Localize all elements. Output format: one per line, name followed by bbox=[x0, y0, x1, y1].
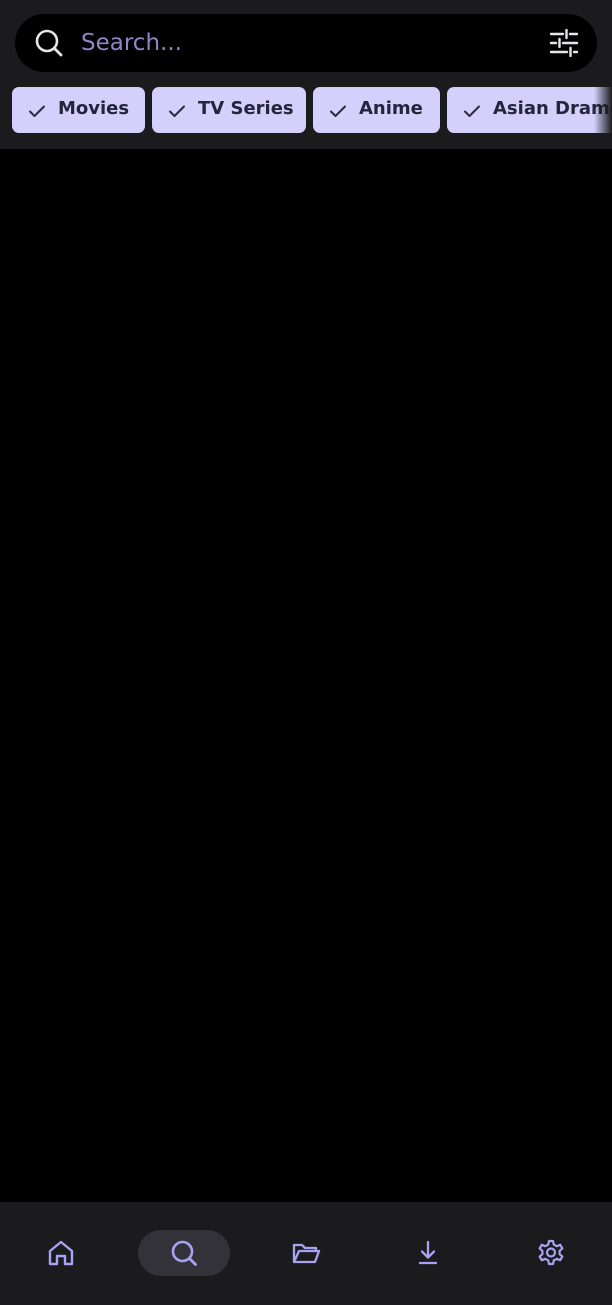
check-icon bbox=[169, 105, 185, 117]
nav-search[interactable] bbox=[138, 1230, 230, 1276]
filter-button[interactable] bbox=[544, 24, 584, 62]
chip-movies[interactable]: Movies bbox=[12, 87, 145, 133]
search-header: Movies TV Series Anime Asian Drama bbox=[0, 0, 612, 149]
folder-open-icon bbox=[292, 1243, 321, 1264]
sliders-icon bbox=[549, 29, 579, 57]
chip-anime[interactable]: Anime bbox=[313, 87, 440, 133]
chip-label: TV Series bbox=[198, 98, 294, 119]
category-chips: Movies TV Series Anime Asian Drama bbox=[0, 87, 612, 134]
search-bar[interactable] bbox=[15, 14, 597, 72]
nav-settings[interactable] bbox=[505, 1230, 597, 1276]
search-results-area bbox=[0, 149, 612, 1202]
search-input[interactable] bbox=[81, 22, 521, 64]
nav-library[interactable] bbox=[260, 1230, 352, 1276]
bottom-navigation bbox=[0, 1202, 612, 1305]
chip-label: Movies bbox=[58, 98, 130, 119]
chip-asian-drama[interactable]: Asian Drama bbox=[447, 87, 612, 133]
search-icon bbox=[171, 1240, 197, 1266]
nav-home[interactable] bbox=[15, 1230, 107, 1276]
search-icon bbox=[35, 29, 63, 57]
app-root: Movies TV Series Anime Asian Drama bbox=[0, 0, 612, 1305]
chip-label: Asian Drama bbox=[493, 98, 612, 119]
chip-label: Anime bbox=[359, 98, 423, 119]
chip-tv-series[interactable]: TV Series bbox=[152, 87, 306, 133]
home-icon bbox=[48, 1240, 74, 1266]
check-icon bbox=[29, 105, 45, 117]
nav-downloads[interactable] bbox=[382, 1230, 474, 1276]
download-icon bbox=[418, 1240, 438, 1265]
settings-gear-icon bbox=[538, 1239, 564, 1266]
check-icon bbox=[330, 105, 346, 117]
check-icon bbox=[464, 105, 480, 117]
